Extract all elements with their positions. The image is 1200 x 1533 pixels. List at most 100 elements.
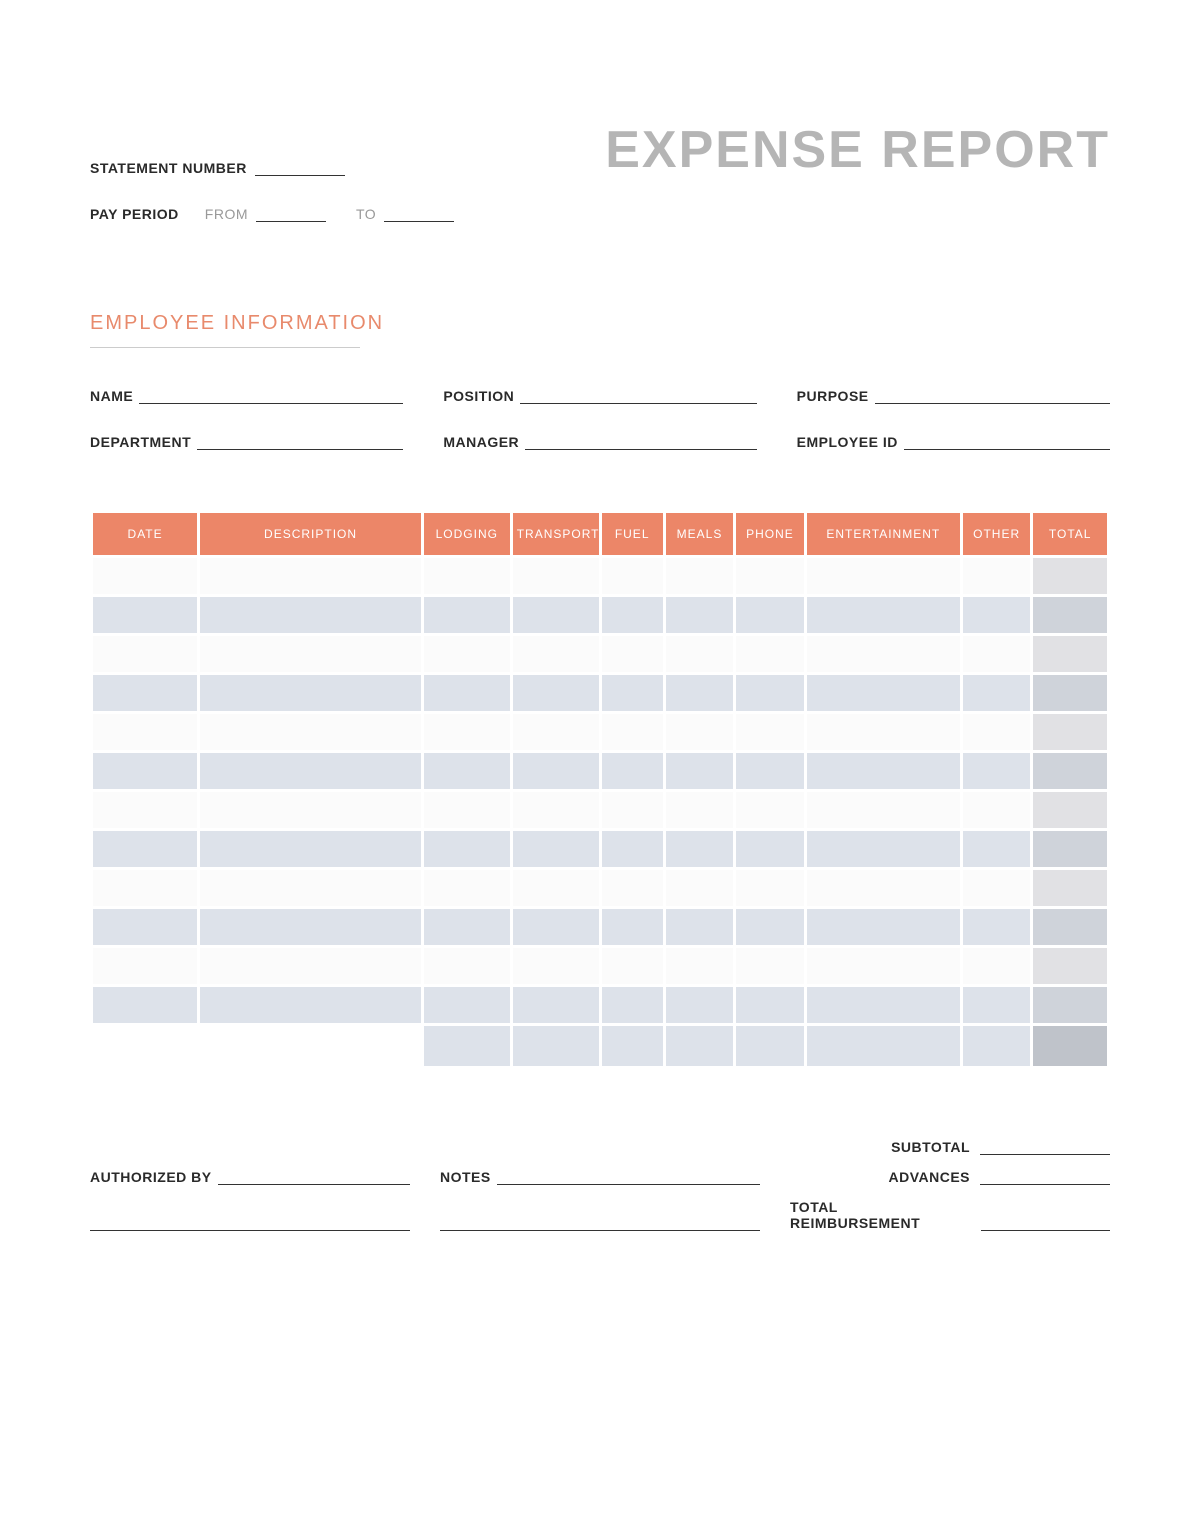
table-cell[interactable] (602, 987, 663, 1023)
table-cell[interactable] (513, 987, 599, 1023)
table-cell[interactable] (93, 675, 197, 711)
table-cell[interactable] (424, 675, 510, 711)
table-cell[interactable] (1033, 987, 1107, 1023)
total-reimbursement-input[interactable] (981, 1217, 1110, 1231)
table-cell[interactable] (93, 792, 197, 828)
table-cell[interactable] (807, 753, 960, 789)
table-cell[interactable] (93, 636, 197, 672)
table-cell[interactable] (200, 870, 421, 906)
table-cell[interactable] (963, 636, 1030, 672)
table-totals-cell[interactable] (666, 1026, 733, 1066)
table-cell[interactable] (736, 675, 803, 711)
table-totals-cell[interactable] (963, 1026, 1030, 1066)
table-cell[interactable] (736, 909, 803, 945)
table-cell[interactable] (666, 870, 733, 906)
table-cell[interactable] (736, 636, 803, 672)
table-cell[interactable] (736, 948, 803, 984)
table-cell[interactable] (963, 558, 1030, 594)
table-cell[interactable] (424, 870, 510, 906)
table-cell[interactable] (200, 558, 421, 594)
table-cell[interactable] (963, 870, 1030, 906)
table-cell[interactable] (807, 831, 960, 867)
table-cell[interactable] (602, 831, 663, 867)
table-cell[interactable] (200, 753, 421, 789)
table-cell[interactable] (736, 714, 803, 750)
table-cell[interactable] (93, 714, 197, 750)
table-cell[interactable] (513, 636, 599, 672)
table-cell[interactable] (666, 792, 733, 828)
statement-number-input[interactable] (255, 162, 345, 176)
table-cell[interactable] (602, 753, 663, 789)
table-cell[interactable] (200, 714, 421, 750)
table-cell[interactable] (93, 909, 197, 945)
table-cell[interactable] (200, 792, 421, 828)
table-cell[interactable] (963, 792, 1030, 828)
table-cell[interactable] (1033, 831, 1107, 867)
table-cell[interactable] (1033, 909, 1107, 945)
table-cell[interactable] (424, 753, 510, 789)
table-cell[interactable] (807, 636, 960, 672)
table-cell[interactable] (666, 675, 733, 711)
table-cell[interactable] (424, 636, 510, 672)
table-cell[interactable] (200, 987, 421, 1023)
table-cell[interactable] (513, 831, 599, 867)
table-cell[interactable] (200, 909, 421, 945)
table-cell[interactable] (807, 714, 960, 750)
table-cell[interactable] (807, 870, 960, 906)
notes-input[interactable] (497, 1171, 760, 1185)
table-cell[interactable] (807, 597, 960, 633)
table-cell[interactable] (666, 597, 733, 633)
table-cell[interactable] (666, 753, 733, 789)
table-cell[interactable] (513, 870, 599, 906)
table-cell[interactable] (736, 987, 803, 1023)
table-cell[interactable] (602, 558, 663, 594)
table-cell[interactable] (736, 597, 803, 633)
table-cell[interactable] (666, 987, 733, 1023)
from-input[interactable] (256, 208, 326, 222)
table-cell[interactable] (1033, 792, 1107, 828)
table-cell[interactable] (424, 714, 510, 750)
table-cell[interactable] (93, 987, 197, 1023)
to-input[interactable] (384, 208, 454, 222)
employee-id-input[interactable] (904, 436, 1110, 450)
table-cell[interactable] (602, 948, 663, 984)
table-cell[interactable] (424, 948, 510, 984)
table-cell[interactable] (963, 987, 1030, 1023)
table-cell[interactable] (602, 870, 663, 906)
table-cell[interactable] (93, 831, 197, 867)
table-cell[interactable] (666, 636, 733, 672)
table-cell[interactable] (93, 870, 197, 906)
table-cell[interactable] (602, 597, 663, 633)
table-cell[interactable] (1033, 597, 1107, 633)
table-cell[interactable] (200, 948, 421, 984)
table-cell[interactable] (513, 792, 599, 828)
table-cell[interactable] (93, 753, 197, 789)
table-cell[interactable] (963, 675, 1030, 711)
table-totals-cell[interactable] (807, 1026, 960, 1066)
table-cell[interactable] (424, 597, 510, 633)
table-cell[interactable] (1033, 636, 1107, 672)
table-cell[interactable] (602, 792, 663, 828)
table-cell[interactable] (513, 948, 599, 984)
table-totals-cell[interactable] (513, 1026, 599, 1066)
table-cell[interactable] (666, 558, 733, 594)
table-cell[interactable] (736, 753, 803, 789)
table-cell[interactable] (513, 675, 599, 711)
table-cell[interactable] (807, 558, 960, 594)
table-cell[interactable] (807, 909, 960, 945)
table-cell[interactable] (736, 558, 803, 594)
table-totals-cell[interactable] (736, 1026, 803, 1066)
table-cell[interactable] (424, 909, 510, 945)
table-cell[interactable] (963, 831, 1030, 867)
table-cell[interactable] (666, 714, 733, 750)
table-cell[interactable] (424, 558, 510, 594)
table-cell[interactable] (513, 558, 599, 594)
table-cell[interactable] (736, 792, 803, 828)
table-cell[interactable] (736, 870, 803, 906)
table-cell[interactable] (1033, 753, 1107, 789)
notes-line2[interactable] (440, 1217, 760, 1231)
table-cell[interactable] (666, 948, 733, 984)
subtotal-input[interactable] (980, 1141, 1110, 1155)
table-cell[interactable] (602, 909, 663, 945)
table-totals-cell[interactable] (424, 1026, 510, 1066)
